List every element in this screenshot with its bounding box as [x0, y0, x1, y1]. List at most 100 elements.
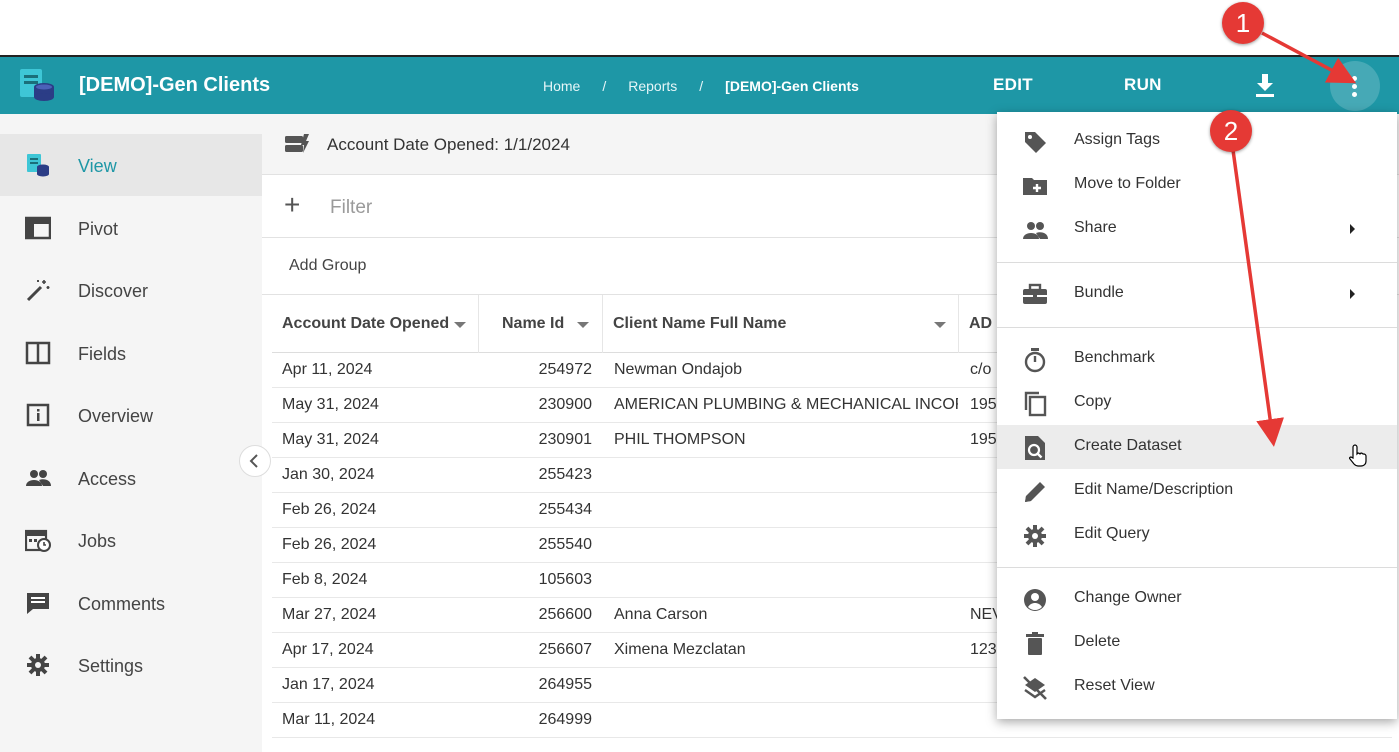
sidebar-item-label: Discover	[78, 281, 149, 301]
cell-client-name: AMERICAN PLUMBING & MECHANICAL INCORP	[614, 396, 958, 413]
cell-account-date: Apr 17, 2024	[282, 641, 374, 658]
sidebar-item-view[interactable]: View	[0, 134, 262, 196]
menu-item-label: Delete	[1074, 633, 1121, 650]
column-header-label: AD	[969, 315, 993, 332]
cell-name-id: 256607	[538, 641, 592, 658]
column-header-label: Client Name Full Name	[613, 315, 787, 332]
sidebar-item-comments[interactable]: Comments	[0, 572, 262, 634]
sidebar-item-settings[interactable]: Settings	[0, 634, 262, 696]
column-header-client-name[interactable]: Client Name Full Name	[603, 295, 959, 353]
menu-item-edit-name-description[interactable]: Edit Name/Description	[997, 469, 1397, 513]
people-icon	[1023, 222, 1048, 239]
pivot-icon	[25, 216, 51, 240]
menu-item-bundle[interactable]: Bundle	[997, 272, 1397, 316]
menu-item-move-to-folder[interactable]: Move to Folder	[997, 163, 1397, 207]
breadcrumb-current: [DEMO]-Gen Clients	[725, 78, 859, 94]
columns-icon	[25, 341, 51, 365]
cell-account-date: Apr 11, 2024	[282, 361, 373, 378]
more-vert-dot	[1352, 92, 1357, 97]
column-header-account-date-opened[interactable]: Account Date Opened	[272, 295, 479, 353]
magic-wand-icon	[26, 280, 50, 302]
criteria-text: Account Date Opened: 1/1/2024	[327, 135, 570, 154]
menu-item-share[interactable]: Share	[997, 207, 1397, 251]
sort-caret-icon[interactable]	[577, 322, 589, 328]
sidebar-item-access[interactable]: Access	[0, 447, 262, 509]
cell-account-date: May 31, 2024	[282, 431, 379, 448]
top-margin	[0, 0, 1399, 57]
sidebar-item-jobs[interactable]: Jobs	[0, 509, 262, 571]
cell-account-date: Feb 26, 2024	[282, 501, 377, 518]
sidebar-item-label: Fields	[78, 344, 127, 364]
column-header-name-id[interactable]: Name Id	[479, 295, 603, 353]
menu-divider	[997, 327, 1397, 328]
submenu-arrow-icon	[1350, 289, 1355, 299]
sidebar-item-pivot[interactable]: Pivot	[0, 197, 262, 259]
edit-button[interactable]: EDIT	[993, 75, 1033, 95]
menu-item-label: Create Dataset	[1074, 437, 1182, 454]
account-circle-icon	[1024, 589, 1046, 611]
cell-client-name: Anna Carson	[614, 606, 708, 623]
cell-name-id: 230901	[538, 431, 592, 448]
breadcrumb-separator: /	[699, 78, 704, 94]
cell-account-date: Feb 26, 2024	[282, 536, 377, 553]
column-header-label: Account Date Opened	[282, 315, 450, 332]
cell-name-id: 264955	[538, 676, 592, 693]
filter-input[interactable]: Filter	[330, 197, 372, 219]
sidebar-item-overview[interactable]: Overview	[0, 384, 262, 446]
menu-item-label: Move to Folder	[1074, 175, 1181, 192]
cell-account-date: May 31, 2024	[282, 396, 379, 413]
chevron-left-icon	[249, 454, 258, 468]
download-icon[interactable]	[1253, 72, 1277, 98]
collapse-sidebar-button[interactable]	[239, 445, 271, 477]
info-icon	[26, 403, 50, 427]
add-filter-icon[interactable]: +	[284, 189, 300, 221]
sidebar-item-label: Pivot	[78, 219, 119, 239]
menu-item-reset-view[interactable]: Reset View	[997, 665, 1397, 709]
sort-caret-icon[interactable]	[454, 322, 466, 328]
menu-item-copy[interactable]: Copy	[997, 381, 1397, 425]
folder-plus-icon	[1023, 178, 1047, 195]
menu-item-change-owner[interactable]: Change Owner	[997, 577, 1397, 621]
menu-item-assign-tags[interactable]: Assign Tags	[997, 119, 1397, 163]
menu-item-delete[interactable]: Delete	[997, 621, 1397, 665]
menu-item-label: Assign Tags	[1074, 131, 1160, 148]
submenu-arrow-icon	[1350, 224, 1355, 234]
menu-item-benchmark[interactable]: Benchmark	[997, 337, 1397, 381]
menu-divider	[997, 567, 1397, 568]
more-options-button[interactable]	[1330, 61, 1380, 111]
add-group-button[interactable]: Add Group	[289, 257, 366, 275]
breadcrumb-separator: /	[602, 78, 607, 94]
column-header-label: Name Id	[502, 315, 565, 332]
pencil-icon	[1025, 482, 1045, 502]
breadcrumb-home[interactable]: Home	[543, 78, 580, 94]
cell-name-id: 105603	[538, 571, 592, 588]
criteria-icon	[285, 134, 309, 153]
breadcrumb-reports[interactable]: Reports	[628, 78, 677, 94]
more-vert-icon	[1352, 76, 1357, 81]
report-title: [DEMO]-Gen Clients	[79, 74, 271, 96]
cell-name-id: 230900	[538, 396, 592, 413]
sidebar: View Pivot Discover Fields Overview Acce…	[0, 114, 262, 752]
view-icon	[27, 154, 49, 177]
sidebar-item-discover[interactable]: Discover	[0, 259, 262, 321]
menu-item-label: Reset View	[1074, 677, 1155, 694]
dataset-search-icon	[1025, 436, 1045, 460]
cell-name-id: 264999	[538, 711, 592, 728]
tag-icon	[1025, 132, 1046, 153]
trash-icon	[1026, 632, 1044, 655]
cell-name-id: 256600	[538, 606, 592, 623]
sort-caret-icon[interactable]	[934, 322, 946, 328]
cell-name-id: 255434	[538, 501, 592, 518]
sidebar-item-fields[interactable]: Fields	[0, 322, 262, 384]
menu-item-create-dataset[interactable]: Create Dataset	[997, 425, 1397, 469]
menu-item-label: Change Owner	[1074, 589, 1182, 606]
menu-item-label: Bundle	[1074, 284, 1124, 301]
more-options-menu: Assign Tags Move to Folder Share Bundle Benc…	[997, 112, 1397, 719]
cell-client-name: Ximena Mezclatan	[614, 641, 746, 658]
gear-icon	[27, 654, 49, 676]
cell-name-id: 255423	[538, 466, 592, 483]
run-button[interactable]: RUN	[1124, 75, 1162, 95]
hand-cursor-icon	[1349, 444, 1367, 467]
menu-item-edit-query[interactable]: Edit Query	[997, 513, 1397, 557]
calendar-clock-icon	[25, 529, 51, 552]
